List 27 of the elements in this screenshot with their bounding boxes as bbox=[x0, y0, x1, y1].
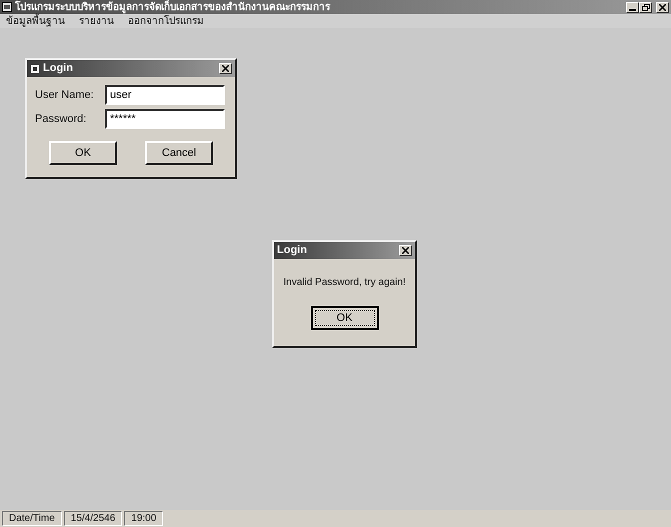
restore-button[interactable] bbox=[639, 2, 652, 12]
app-icon bbox=[2, 2, 12, 12]
menu-item[interactable]: รายงาน bbox=[79, 14, 114, 28]
input-field[interactable]: ****** bbox=[105, 109, 225, 129]
restore-icon bbox=[642, 4, 650, 10]
status-cell: 15/4/2546 bbox=[64, 511, 122, 526]
dialog-button[interactable]: Cancel bbox=[145, 141, 213, 165]
close-button[interactable] bbox=[399, 245, 412, 256]
menu-item[interactable]: ข้อมูลพื้นฐาน bbox=[6, 14, 65, 28]
message-text: Invalid Password, try again! bbox=[283, 276, 406, 290]
dialog-title: Login bbox=[277, 243, 307, 258]
field-label: User Name: bbox=[35, 88, 95, 103]
dialog-button[interactable]: OK bbox=[49, 141, 117, 165]
ok-button[interactable]: OK bbox=[310, 306, 378, 330]
window-title: โปรแกรมระบบบริหารข้อมูลการจัดเก็บเอกสารของสำนักงานคณะกรรมการ bbox=[15, 0, 330, 14]
dialog-title: Login bbox=[43, 61, 73, 76]
minimize-button[interactable] bbox=[626, 2, 639, 12]
close-icon bbox=[659, 4, 666, 10]
input-field[interactable]: user bbox=[105, 85, 225, 105]
close-icon bbox=[402, 247, 409, 254]
close-button[interactable] bbox=[656, 2, 669, 12]
status-cell: 19:00 bbox=[124, 511, 164, 526]
close-button[interactable] bbox=[219, 63, 232, 74]
status-cell: Date/Time bbox=[2, 511, 62, 526]
menu-item[interactable]: ออกจากโปรแกรม bbox=[128, 14, 204, 28]
field-label: Password: bbox=[35, 112, 88, 127]
close-icon bbox=[222, 65, 229, 72]
